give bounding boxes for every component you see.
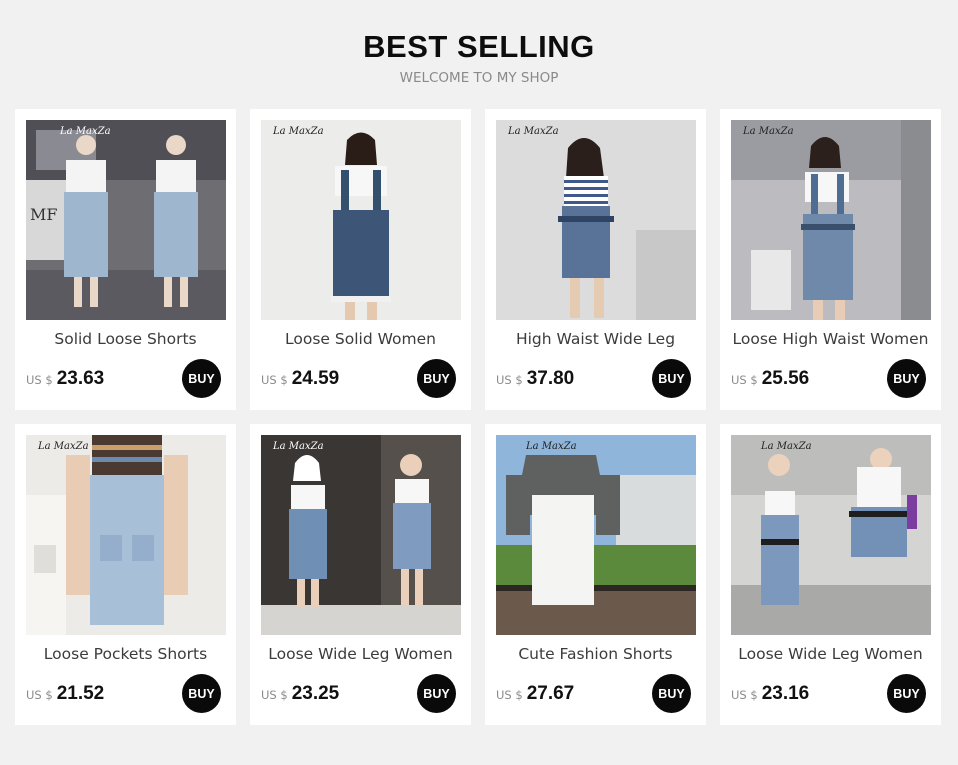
buy-button[interactable]: BUY xyxy=(887,359,926,398)
price-row: US $ 24.59 xyxy=(261,368,339,390)
product-image[interactable]: MF La MaxZa xyxy=(26,120,226,320)
price-row: US $ 27.67 xyxy=(496,683,574,705)
svg-text:La MaxZa: La MaxZa xyxy=(742,126,794,137)
price-currency: US $ xyxy=(26,373,53,387)
product-name[interactable]: Solid Loose Shorts xyxy=(15,328,236,350)
buy-button[interactable]: BUY xyxy=(652,674,691,713)
product-card[interactable]: La MaxZa Loose Wide Leg Women US $ 23.16… xyxy=(720,424,941,725)
product-card[interactable]: La MaxZa High Waist Wide Leg US $ 37.80 … xyxy=(485,109,706,410)
section-header: BEST SELLING WELCOME TO MY SHOP xyxy=(0,28,958,87)
product-name[interactable]: Loose Solid Women xyxy=(250,328,471,350)
svg-text:La MaxZa: La MaxZa xyxy=(760,441,812,452)
svg-text:MF: MF xyxy=(30,205,57,224)
buy-button[interactable]: BUY xyxy=(182,674,221,713)
section-title: BEST SELLING xyxy=(363,29,595,64)
product-image[interactable]: La MaxZa xyxy=(496,435,696,635)
price-row: US $ 25.56 xyxy=(731,368,809,390)
product-card[interactable]: MF La MaxZa Solid Loose Shorts US $ 23.6… xyxy=(15,109,236,410)
product-image[interactable]: La MaxZa xyxy=(261,435,461,635)
product-name[interactable]: Loose Wide Leg Women xyxy=(720,643,941,665)
buy-button[interactable]: BUY xyxy=(417,674,456,713)
svg-text:La MaxZa: La MaxZa xyxy=(37,441,89,452)
price-row: US $ 23.63 xyxy=(26,368,104,390)
price-amount: 24.59 xyxy=(291,368,340,389)
price-amount: 21.52 xyxy=(56,683,105,704)
product-image[interactable]: La MaxZa xyxy=(496,120,696,320)
product-card[interactable]: La MaxZa Loose High Waist Women US $ 25.… xyxy=(720,109,941,410)
price-row: US $ 23.16 xyxy=(731,683,809,705)
buy-button[interactable]: BUY xyxy=(652,359,691,398)
product-name[interactable]: High Waist Wide Leg xyxy=(485,328,706,350)
product-image[interactable]: La MaxZa xyxy=(261,120,461,320)
price-currency: US $ xyxy=(731,688,758,702)
svg-text:La MaxZa: La MaxZa xyxy=(272,126,324,137)
buy-button[interactable]: BUY xyxy=(417,359,456,398)
buy-button[interactable]: BUY xyxy=(887,674,926,713)
section-subtitle: WELCOME TO MY SHOP xyxy=(399,70,559,86)
price-currency: US $ xyxy=(261,373,288,387)
price-currency: US $ xyxy=(496,688,523,702)
product-card[interactable]: La MaxZa Cute Fashion Shorts US $ 27.67 … xyxy=(485,424,706,725)
price-row: US $ 23.25 xyxy=(261,683,339,705)
buy-button[interactable]: BUY xyxy=(182,359,221,398)
price-currency: US $ xyxy=(26,688,53,702)
price-amount: 23.25 xyxy=(291,683,340,704)
product-image[interactable]: La MaxZa xyxy=(26,435,226,635)
svg-text:La MaxZa: La MaxZa xyxy=(272,441,324,452)
price-amount: 23.16 xyxy=(761,683,810,704)
product-name[interactable]: Cute Fashion Shorts xyxy=(485,643,706,665)
product-image[interactable]: La MaxZa xyxy=(731,435,931,635)
price-row: US $ 37.80 xyxy=(496,368,574,390)
product-image[interactable]: La MaxZa xyxy=(731,120,931,320)
product-name[interactable]: Loose Pockets Shorts xyxy=(15,643,236,665)
price-amount: 37.80 xyxy=(526,368,575,389)
price-amount: 27.67 xyxy=(526,683,575,704)
product-card[interactable]: La MaxZa Loose Solid Women US $ 24.59 BU… xyxy=(250,109,471,410)
price-amount: 23.63 xyxy=(56,368,105,389)
price-row: US $ 21.52 xyxy=(26,683,104,705)
product-grid: MF La MaxZa Solid Loose Shorts US $ 23.6… xyxy=(15,109,943,725)
price-currency: US $ xyxy=(731,373,758,387)
price-amount: 25.56 xyxy=(761,368,810,389)
product-card[interactable]: La MaxZa Loose Wide Leg Women US $ 23.25… xyxy=(250,424,471,725)
product-card[interactable]: La MaxZa Loose Pockets Shorts US $ 21.52… xyxy=(15,424,236,725)
svg-text:La MaxZa: La MaxZa xyxy=(59,126,111,137)
product-name[interactable]: Loose Wide Leg Women xyxy=(250,643,471,665)
svg-text:La MaxZa: La MaxZa xyxy=(507,126,559,137)
product-name[interactable]: Loose High Waist Women xyxy=(720,328,941,350)
svg-text:La MaxZa: La MaxZa xyxy=(525,441,577,452)
price-currency: US $ xyxy=(261,688,288,702)
price-currency: US $ xyxy=(496,373,523,387)
